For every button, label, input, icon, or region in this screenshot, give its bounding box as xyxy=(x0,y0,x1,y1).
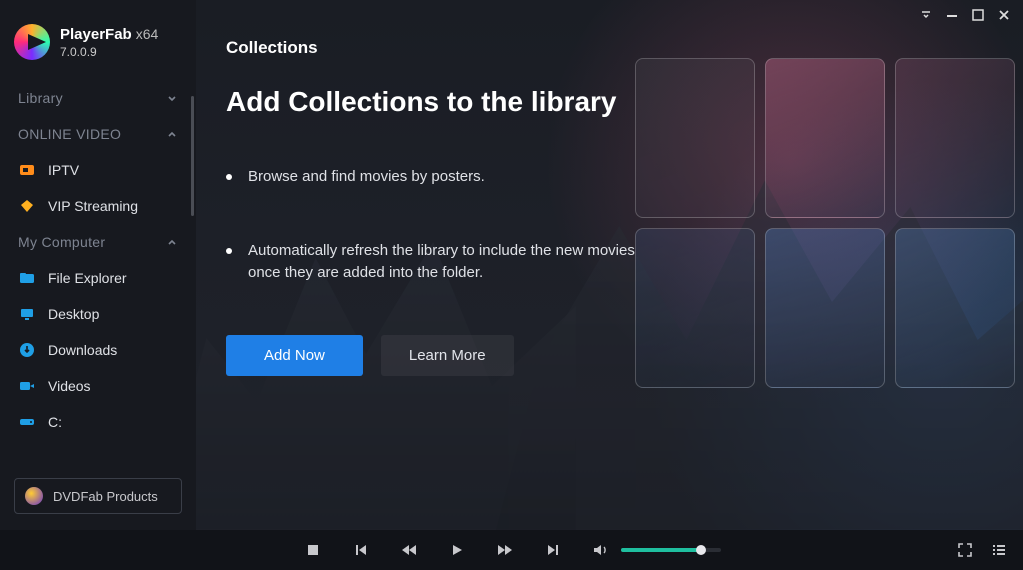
previous-icon[interactable] xyxy=(351,540,371,560)
playlist-icon[interactable] xyxy=(989,540,1009,560)
section-label: My Computer xyxy=(18,234,105,250)
sidebar-item-label: Videos xyxy=(48,378,91,394)
download-icon xyxy=(18,341,36,359)
sidebar-item-label: IPTV xyxy=(48,162,79,178)
main-panel: Collections Add Collections to the libra… xyxy=(196,0,1023,530)
learn-more-button[interactable]: Learn More xyxy=(381,335,514,376)
maximize-icon[interactable] xyxy=(971,8,985,22)
section-library[interactable]: Library xyxy=(0,80,196,116)
section-online-video[interactable]: ONLINE VIDEO xyxy=(0,116,196,152)
app-arch-suffix: x64 xyxy=(136,26,159,42)
sidebar-scrollbar[interactable] xyxy=(191,96,194,216)
cta-label: DVDFab Products xyxy=(53,489,158,504)
sidebar: PlayerFabx64 7.0.0.9 Library ONLINE VIDE… xyxy=(0,0,196,530)
feature-bullet: Automatically refresh the library to inc… xyxy=(226,240,646,284)
brand-block: PlayerFabx64 7.0.0.9 xyxy=(0,0,196,72)
sidebar-item-downloads[interactable]: Downloads xyxy=(0,332,196,368)
volume-fill xyxy=(621,548,701,552)
sidebar-item-label: File Explorer xyxy=(48,270,127,286)
menu-dropdown-icon[interactable] xyxy=(919,8,933,22)
next-icon[interactable] xyxy=(543,540,563,560)
sidebar-item-iptv[interactable]: IPTV xyxy=(0,152,196,188)
page-title: Add Collections to the library xyxy=(226,86,993,118)
disk-icon xyxy=(18,413,36,431)
dvdfab-logo-icon xyxy=(25,487,43,505)
sidebar-item-label: Desktop xyxy=(48,306,99,322)
volume-thumb[interactable] xyxy=(696,545,706,555)
sidebar-item-label: C: xyxy=(48,414,62,430)
rewind-icon[interactable] xyxy=(399,540,419,560)
section-label: Library xyxy=(18,90,63,106)
sidebar-nav: Library ONLINE VIDEO IPTV VIP Streaming … xyxy=(0,72,196,470)
video-icon xyxy=(18,377,36,395)
sidebar-item-desktop[interactable]: Desktop xyxy=(0,296,196,332)
sidebar-item-label: VIP Streaming xyxy=(48,198,138,214)
forward-icon[interactable] xyxy=(495,540,515,560)
chevron-up-icon xyxy=(166,128,178,140)
chevron-up-icon xyxy=(166,236,178,248)
minimize-icon[interactable] xyxy=(945,8,959,22)
close-icon[interactable] xyxy=(997,8,1011,22)
sidebar-item-file-explorer[interactable]: File Explorer xyxy=(0,260,196,296)
app-version: 7.0.0.9 xyxy=(60,45,158,59)
app-logo-icon xyxy=(14,24,50,60)
breadcrumb: Collections xyxy=(226,38,993,58)
volume-slider[interactable] xyxy=(621,548,721,552)
sidebar-item-disk-c[interactable]: C: xyxy=(0,404,196,440)
app-name: PlayerFab xyxy=(60,26,132,43)
sidebar-item-videos[interactable]: Videos xyxy=(0,368,196,404)
player-bar xyxy=(0,530,1023,570)
fullscreen-icon[interactable] xyxy=(955,540,975,560)
diamond-icon xyxy=(18,197,36,215)
stop-icon[interactable] xyxy=(303,540,323,560)
sidebar-item-vip-streaming[interactable]: VIP Streaming xyxy=(0,188,196,224)
play-icon[interactable] xyxy=(447,540,467,560)
folder-icon xyxy=(18,269,36,287)
volume-icon[interactable] xyxy=(591,540,611,560)
section-my-computer[interactable]: My Computer xyxy=(0,224,196,260)
chevron-down-icon xyxy=(166,92,178,104)
dvdfab-products-button[interactable]: DVDFab Products xyxy=(14,478,182,514)
feature-bullet: Browse and find movies by posters. xyxy=(226,166,646,188)
section-label: ONLINE VIDEO xyxy=(18,126,121,142)
tv-icon xyxy=(18,161,36,179)
add-now-button[interactable]: Add Now xyxy=(226,335,363,376)
sidebar-item-label: Downloads xyxy=(48,342,117,358)
desktop-icon xyxy=(18,305,36,323)
